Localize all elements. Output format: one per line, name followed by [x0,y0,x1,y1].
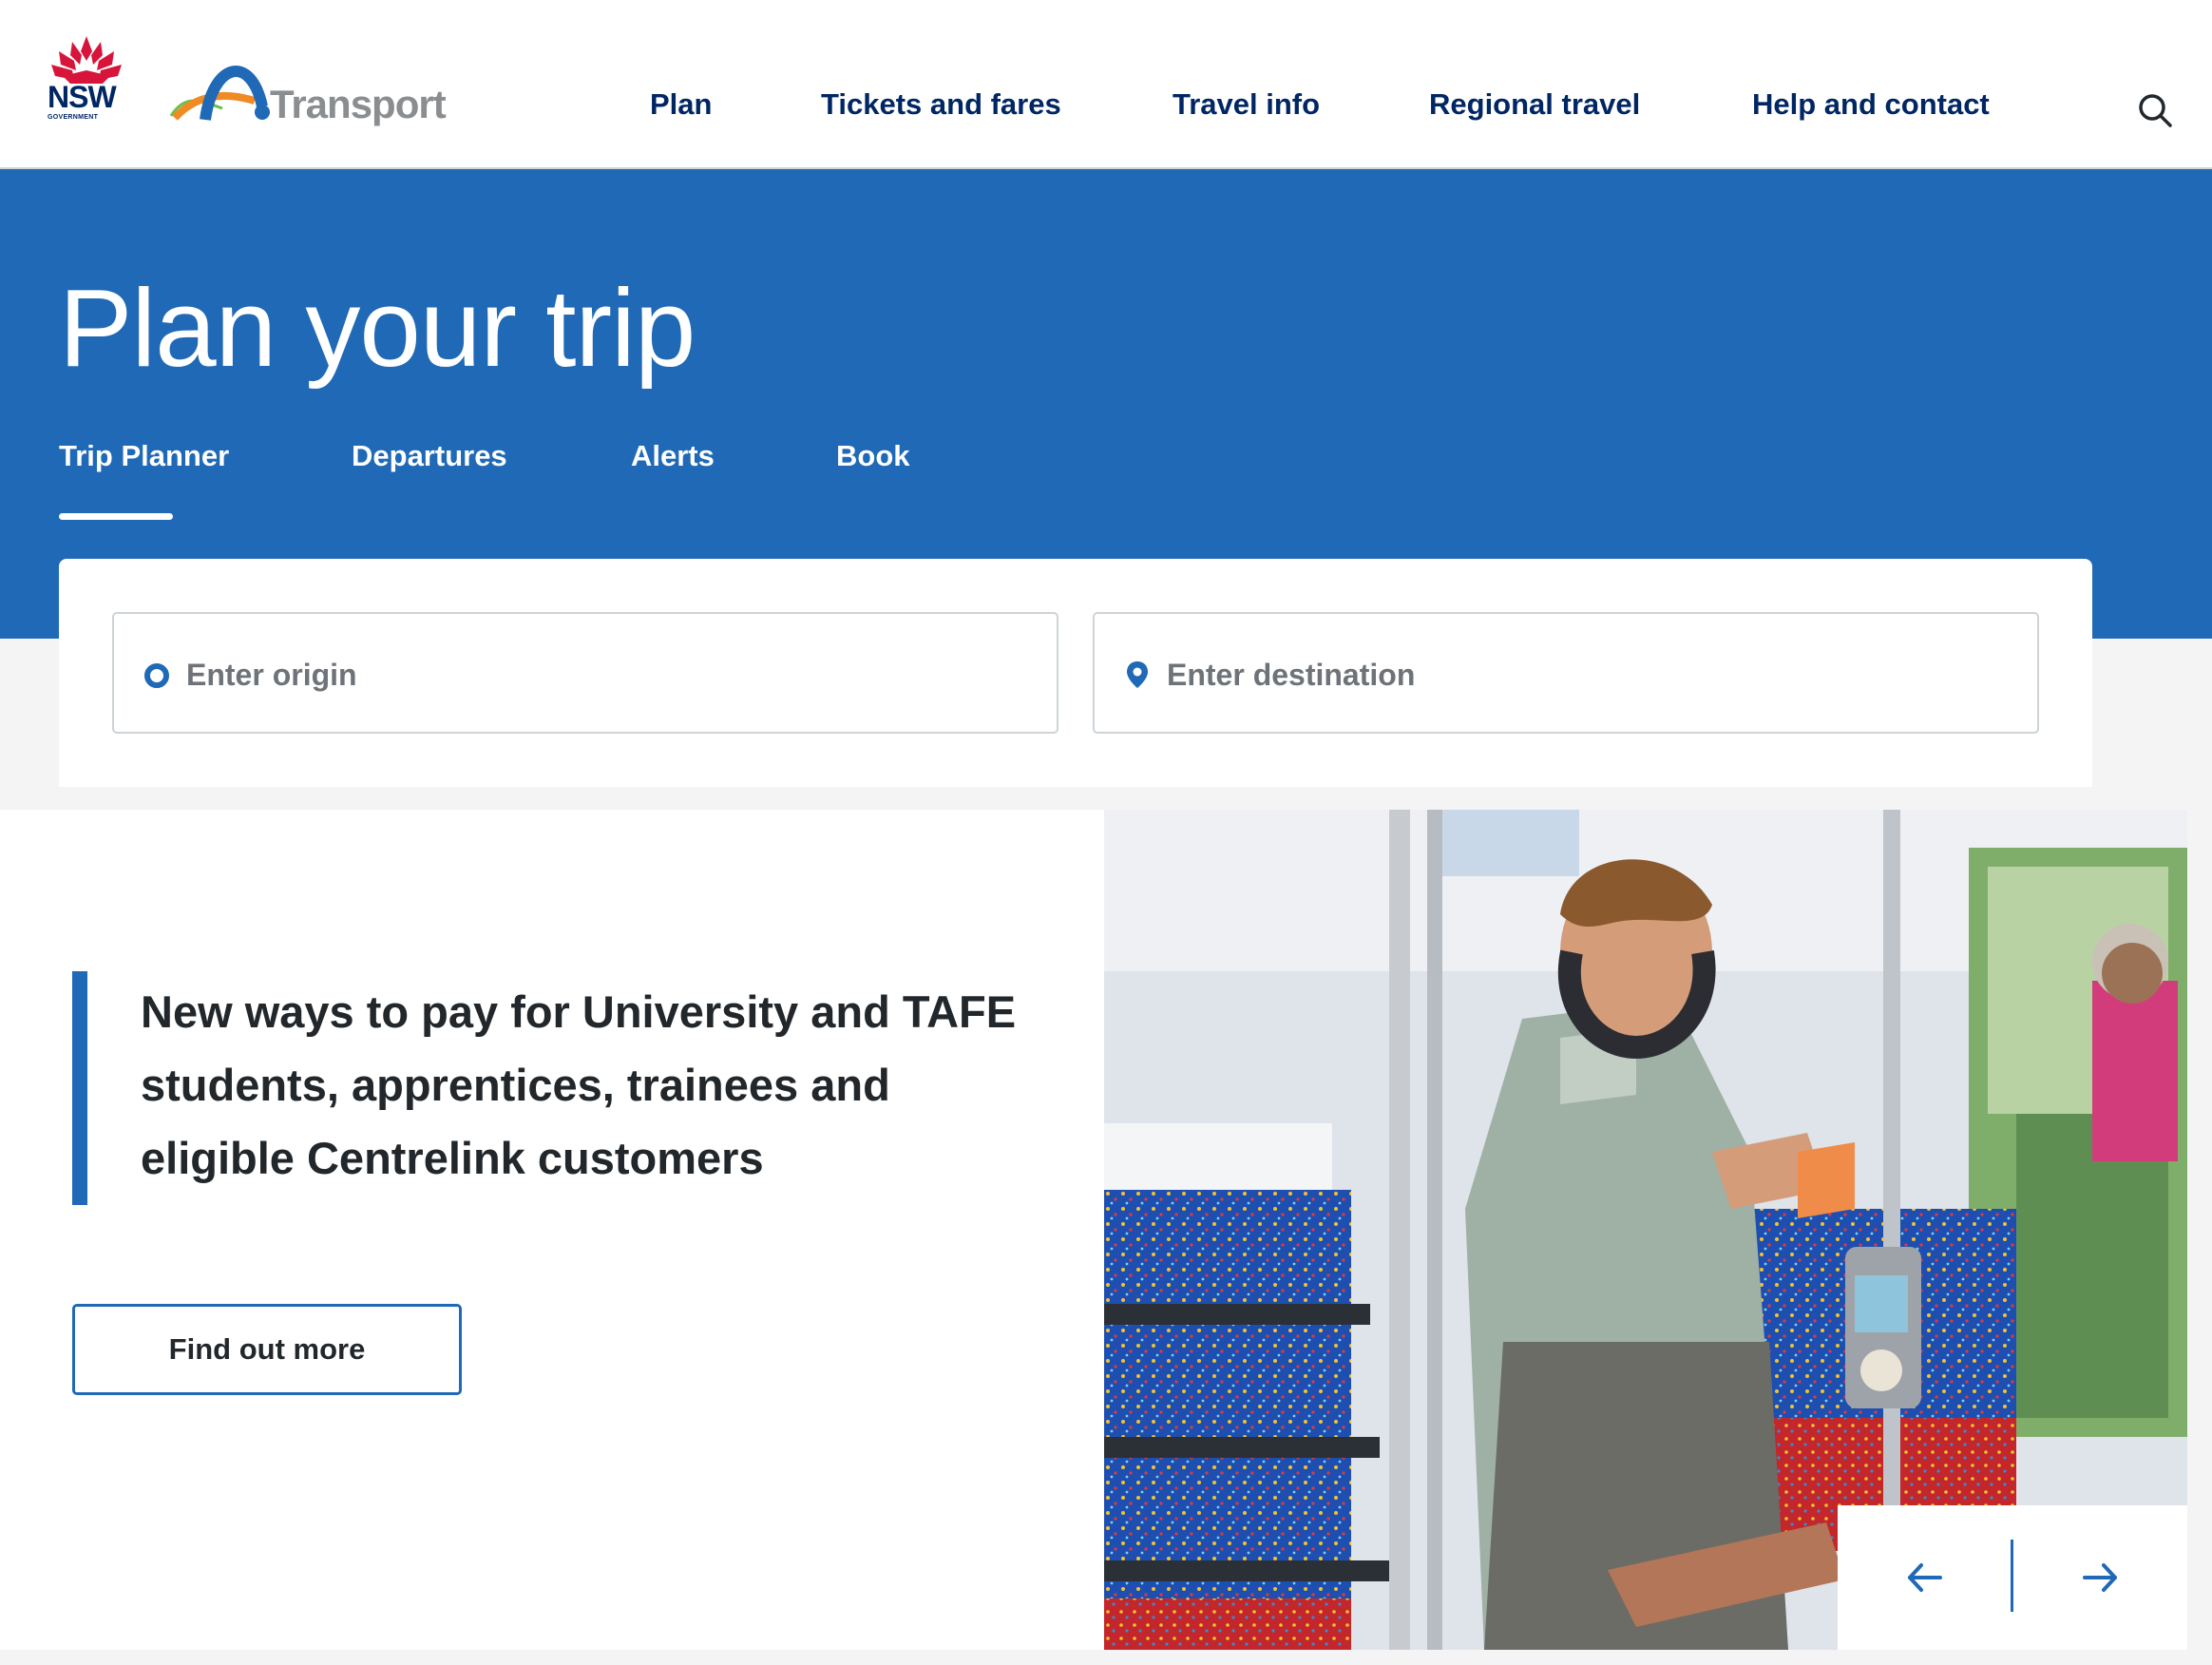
carousel-divider [2011,1540,2013,1612]
arrow-left-icon[interactable] [1900,1553,1950,1602]
promo-accent-bar [72,971,87,1205]
nav-help-and-contact[interactable]: Help and contact [1752,87,1990,122]
tab-trip-planner[interactable]: Trip Planner [59,439,229,473]
active-tab-indicator [59,513,173,520]
origin-placeholder: Enter origin [186,658,357,692]
origin-circle-icon [144,663,169,688]
destination-input[interactable]: Enter destination [1093,612,2039,734]
arrow-right-icon[interactable] [2075,1553,2125,1602]
nav-regional-travel[interactable]: Regional travel [1429,87,1640,122]
tab-book[interactable]: Book [836,439,910,473]
transport-logo-icon[interactable] [167,53,272,129]
promo-headline: New ways to pay for University and TAFE … [141,986,1017,1183]
origin-input[interactable]: Enter origin [112,612,1058,734]
tab-alerts[interactable]: Alerts [631,439,715,473]
transport-logo-text: Transport [270,82,447,126]
tab-departures[interactable]: Departures [352,439,507,473]
site-header: NSW GOVERNMENT Transport Plan Tickets an… [0,0,2212,169]
promo-panel [0,810,1104,1650]
page-title: Plan your trip [59,266,696,390]
location-pin-icon [1127,661,1148,688]
nsw-logo-text: NSW [48,80,117,114]
destination-placeholder: Enter destination [1167,658,1416,692]
search-icon[interactable] [2136,91,2174,129]
nav-travel-info[interactable]: Travel info [1173,87,1320,122]
nsw-logo-subtext: GOVERNMENT [48,114,99,121]
nav-tickets-and-fares[interactable]: Tickets and fares [821,87,1061,122]
nav-plan[interactable]: Plan [650,87,712,122]
find-out-more-button[interactable]: Find out more [72,1304,462,1395]
